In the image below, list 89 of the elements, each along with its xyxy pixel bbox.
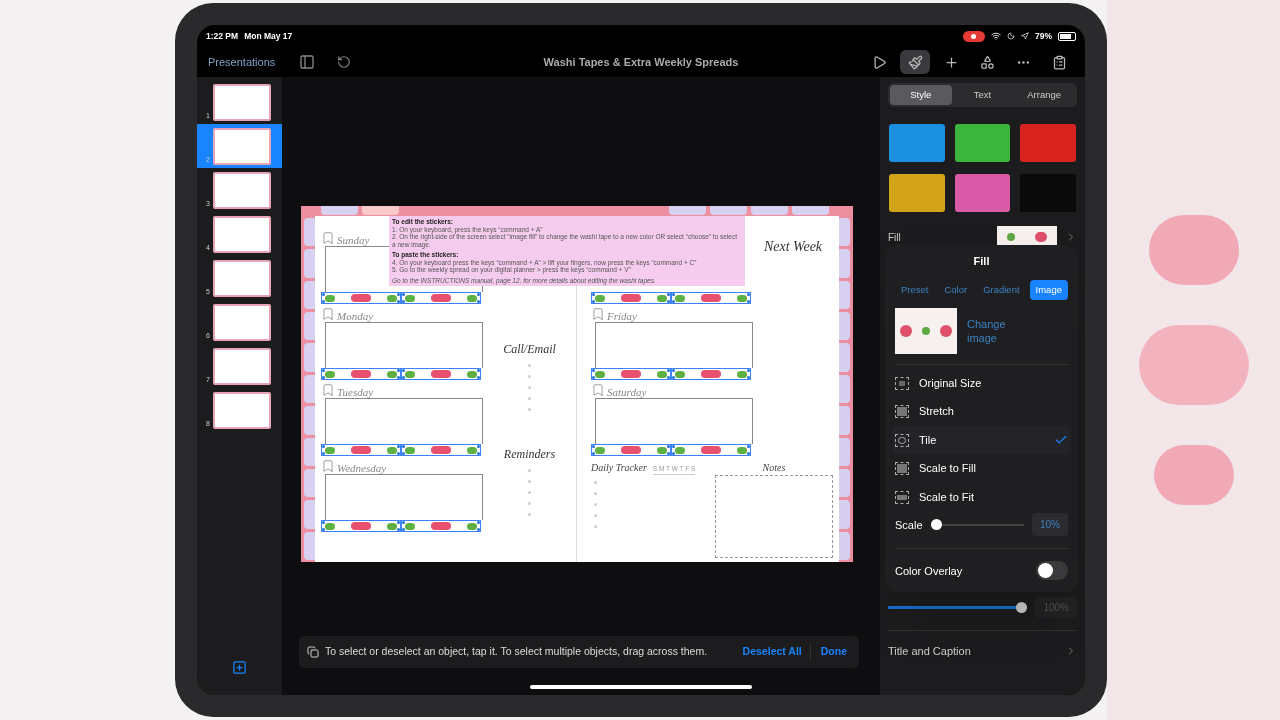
instructions-box[interactable] <box>389 216 745 286</box>
dotted-line <box>527 364 532 411</box>
recording-icon <box>963 30 985 42</box>
status-date: Mon May 17 <box>244 29 293 43</box>
washi-tape[interactable] <box>671 292 751 304</box>
fill-mode-option[interactable]: Scale to Fit <box>893 482 1070 512</box>
washi-tape[interactable] <box>401 292 481 304</box>
washi-tape[interactable] <box>401 520 481 532</box>
popover-title: Fill <box>973 254 990 269</box>
scale-label: Scale <box>895 517 923 533</box>
battery-icon <box>1058 31 1076 41</box>
next-week-heading: Next Week <box>763 238 823 256</box>
washi-tape[interactable] <box>671 368 751 380</box>
style-swatch[interactable] <box>889 124 945 163</box>
undo-icon[interactable] <box>337 55 352 69</box>
day-label: Monday <box>337 311 374 322</box>
washi-tape[interactable] <box>591 444 671 456</box>
style-swatch[interactable] <box>954 124 1011 163</box>
style-swatch[interactable] <box>954 174 1011 213</box>
status-time: 1:22 PM <box>206 29 239 43</box>
slider-thumb[interactable] <box>930 518 942 530</box>
notes-heading: Notes <box>762 461 786 475</box>
scale-slider[interactable] <box>930 518 1024 531</box>
opacity-slider[interactable] <box>888 601 1028 614</box>
done-button[interactable]: Done <box>816 644 851 660</box>
deselect-all-button[interactable]: Deselect All <box>738 644 811 660</box>
fill-mode-option[interactable]: Tile <box>893 425 1070 455</box>
wifi-icon <box>991 31 1001 41</box>
check-icon <box>1054 433 1068 447</box>
section-label: Reminders <box>503 446 556 463</box>
dotted-line <box>527 469 532 516</box>
color-overlay-toggle[interactable] <box>1036 561 1068 581</box>
presentations-button[interactable]: Presentations <box>208 53 276 71</box>
washi-tape[interactable] <box>671 444 751 456</box>
color-overlay-label: Color Overlay <box>895 563 963 579</box>
fill-type-tab[interactable]: Image <box>1029 279 1068 300</box>
title-caption-label[interactable]: Title and Caption <box>888 642 971 660</box>
location-icon <box>1021 32 1029 40</box>
bookmark-icon <box>321 382 335 398</box>
washi-tape[interactable] <box>321 444 401 456</box>
tracker-heading: Daily Tracker <box>591 461 647 475</box>
document-title: Washi Tapes & Extra Weekly Spreads <box>543 54 739 70</box>
fill-type-tab[interactable]: Color <box>938 279 974 300</box>
inspector-tab[interactable]: Text <box>951 85 1014 106</box>
fill-mode-option[interactable]: Scale to Fill <box>893 454 1070 483</box>
bookmark-icon <box>321 458 335 474</box>
fill-mode-icon <box>895 433 909 447</box>
washi-tape[interactable] <box>591 368 671 380</box>
washi-tape[interactable] <box>321 292 401 304</box>
scale-value[interactable]: 10% <box>1032 513 1068 537</box>
battery-percent: 79% <box>1035 29 1052 43</box>
hint-text: To select or deselect an object, tap it. To select multiple objects, drag across them. <box>325 644 709 660</box>
day-label: Friday <box>607 311 637 322</box>
day-label: Tuesday <box>337 387 374 398</box>
dotted-line <box>593 481 597 528</box>
fill-mode-icon <box>895 376 909 390</box>
image-thumbnail <box>895 307 957 354</box>
inspector-tab[interactable]: Style <box>890 85 952 106</box>
style-swatch[interactable] <box>889 174 945 213</box>
washi-tape[interactable] <box>321 520 401 532</box>
inspector-tab[interactable]: Arrange <box>1013 85 1075 106</box>
washi-tape[interactable] <box>591 292 671 304</box>
fill-type-tab[interactable]: Gradient <box>977 279 1026 300</box>
fill-mode-option[interactable]: Stretch <box>893 397 1070 426</box>
day-label: Wednesday <box>337 463 387 474</box>
bookmark-icon <box>591 306 605 322</box>
fill-mode-icon <box>895 462 909 475</box>
bookmark-icon <box>321 230 335 246</box>
washi-tape[interactable] <box>401 368 481 380</box>
sidebar-icon[interactable] <box>299 54 316 70</box>
selection-icon <box>307 646 319 658</box>
planner-slide[interactable] <box>301 206 853 562</box>
bookmark-icon <box>321 306 335 322</box>
style-swatch[interactable] <box>1020 124 1076 163</box>
washi-tape[interactable] <box>401 444 481 456</box>
washi-tape[interactable] <box>321 368 401 380</box>
day-label: Saturday <box>607 387 647 398</box>
add-slide-icon[interactable] <box>232 660 247 675</box>
section-label: Call/Email <box>503 341 556 358</box>
bookmark-icon <box>591 382 605 398</box>
fill-mode-icon <box>895 490 909 504</box>
change-image-link[interactable]: Change image <box>967 316 1017 345</box>
fill-label: Fill <box>888 230 902 245</box>
fill-mode-option[interactable]: Original Size <box>893 368 1070 398</box>
paintbrush-icon[interactable] <box>900 50 930 74</box>
fill-type-tab[interactable]: Preset <box>895 279 935 300</box>
moon-icon <box>1007 32 1015 40</box>
fill-mode-icon <box>895 405 909 418</box>
day-label: Sunday <box>337 235 370 246</box>
